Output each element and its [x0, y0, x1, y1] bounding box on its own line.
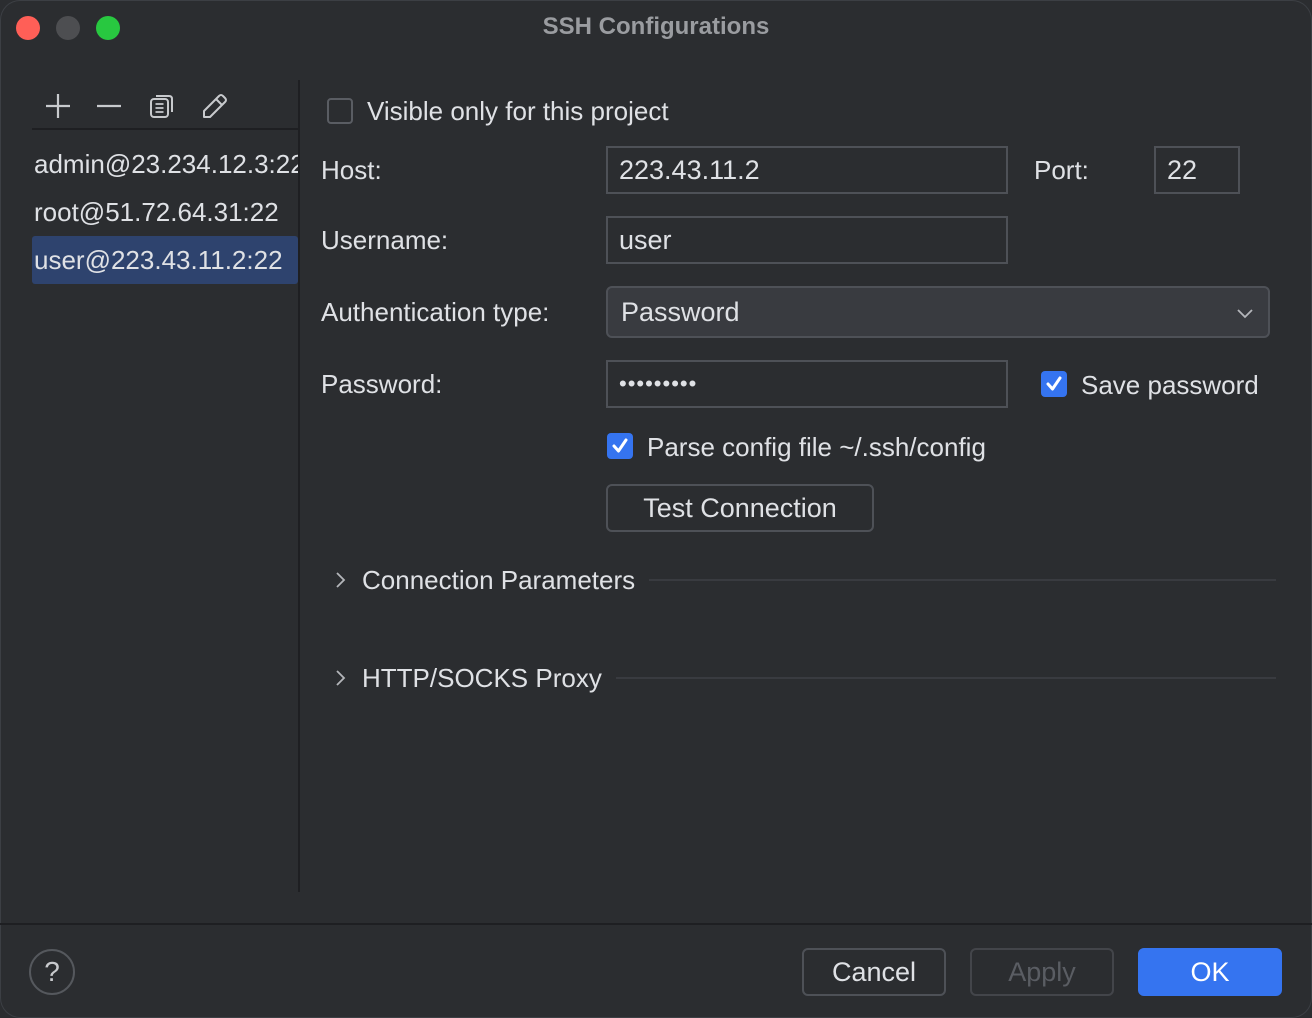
- pencil-icon: [203, 94, 227, 118]
- section-divider: [649, 579, 1276, 581]
- apply-button[interactable]: Apply: [970, 948, 1114, 996]
- checkmark-icon: [1046, 376, 1062, 391]
- chevron-down-icon: [1237, 309, 1253, 319]
- host-label: Host:: [321, 155, 382, 185]
- help-button[interactable]: ?: [29, 949, 75, 995]
- chevron-right-icon: [336, 670, 346, 686]
- cancel-button[interactable]: Cancel: [802, 948, 946, 996]
- visible-only-checkbox[interactable]: [327, 98, 353, 124]
- configuration-list: admin@23.234.12.3:22 root@51.72.64.31:22…: [32, 140, 298, 284]
- window-title: SSH Configurations: [542, 13, 770, 40]
- copy-icon: [150, 95, 173, 118]
- password-input[interactable]: •••••••••: [606, 360, 1008, 408]
- configuration-item[interactable]: root@51.72.64.31:22: [32, 188, 298, 236]
- checkmark-icon: [612, 438, 628, 453]
- auth-type-value: Password: [621, 296, 740, 327]
- port-input[interactable]: 22: [1154, 146, 1240, 194]
- configuration-item[interactable]: admin@23.234.12.3:22: [32, 140, 298, 188]
- auth-type-select[interactable]: Password: [606, 286, 1270, 338]
- username-input[interactable]: user: [606, 216, 1008, 264]
- parse-config-checkbox[interactable]: [607, 433, 633, 459]
- footer-divider: [0, 923, 1312, 925]
- visible-only-label: Visible only for this project: [367, 96, 669, 126]
- section-divider: [615, 677, 1276, 679]
- password-label: Password:: [321, 369, 443, 399]
- plus-icon: [46, 94, 70, 118]
- port-label: Port:: [1034, 155, 1089, 185]
- chevron-right-icon: [336, 572, 346, 588]
- minus-icon: [97, 104, 121, 108]
- copy-configuration-button[interactable]: [144, 88, 180, 124]
- remove-configuration-button[interactable]: [91, 88, 127, 124]
- connection-parameters-section[interactable]: Connection Parameters: [330, 560, 1276, 600]
- save-password-label: Save password: [1081, 370, 1259, 400]
- parse-config-label: Parse config file ~/.ssh/config: [647, 432, 986, 462]
- test-connection-button[interactable]: Test Connection: [606, 484, 874, 532]
- save-password-checkbox[interactable]: [1041, 371, 1067, 397]
- edit-configuration-button[interactable]: [196, 88, 232, 124]
- http-socks-proxy-label: HTTP/SOCKS Proxy: [362, 662, 602, 693]
- http-socks-proxy-section[interactable]: HTTP/SOCKS Proxy: [330, 658, 1276, 698]
- username-label: Username:: [321, 225, 449, 255]
- panel-splitter[interactable]: [298, 80, 300, 892]
- connection-parameters-label: Connection Parameters: [362, 564, 636, 595]
- configurations-toolbar: [32, 84, 298, 130]
- host-input[interactable]: 223.43.11.2: [606, 146, 1008, 194]
- ok-button[interactable]: OK: [1138, 948, 1282, 996]
- add-configuration-button[interactable]: [40, 88, 76, 124]
- help-icon: ?: [44, 956, 60, 987]
- configuration-item-selected[interactable]: user@223.43.11.2:22: [32, 236, 298, 284]
- auth-type-label: Authentication type:: [321, 297, 550, 327]
- ssh-configurations-dialog: SSH Configurations admin@23.234.12.3:22 …: [0, 0, 1312, 1018]
